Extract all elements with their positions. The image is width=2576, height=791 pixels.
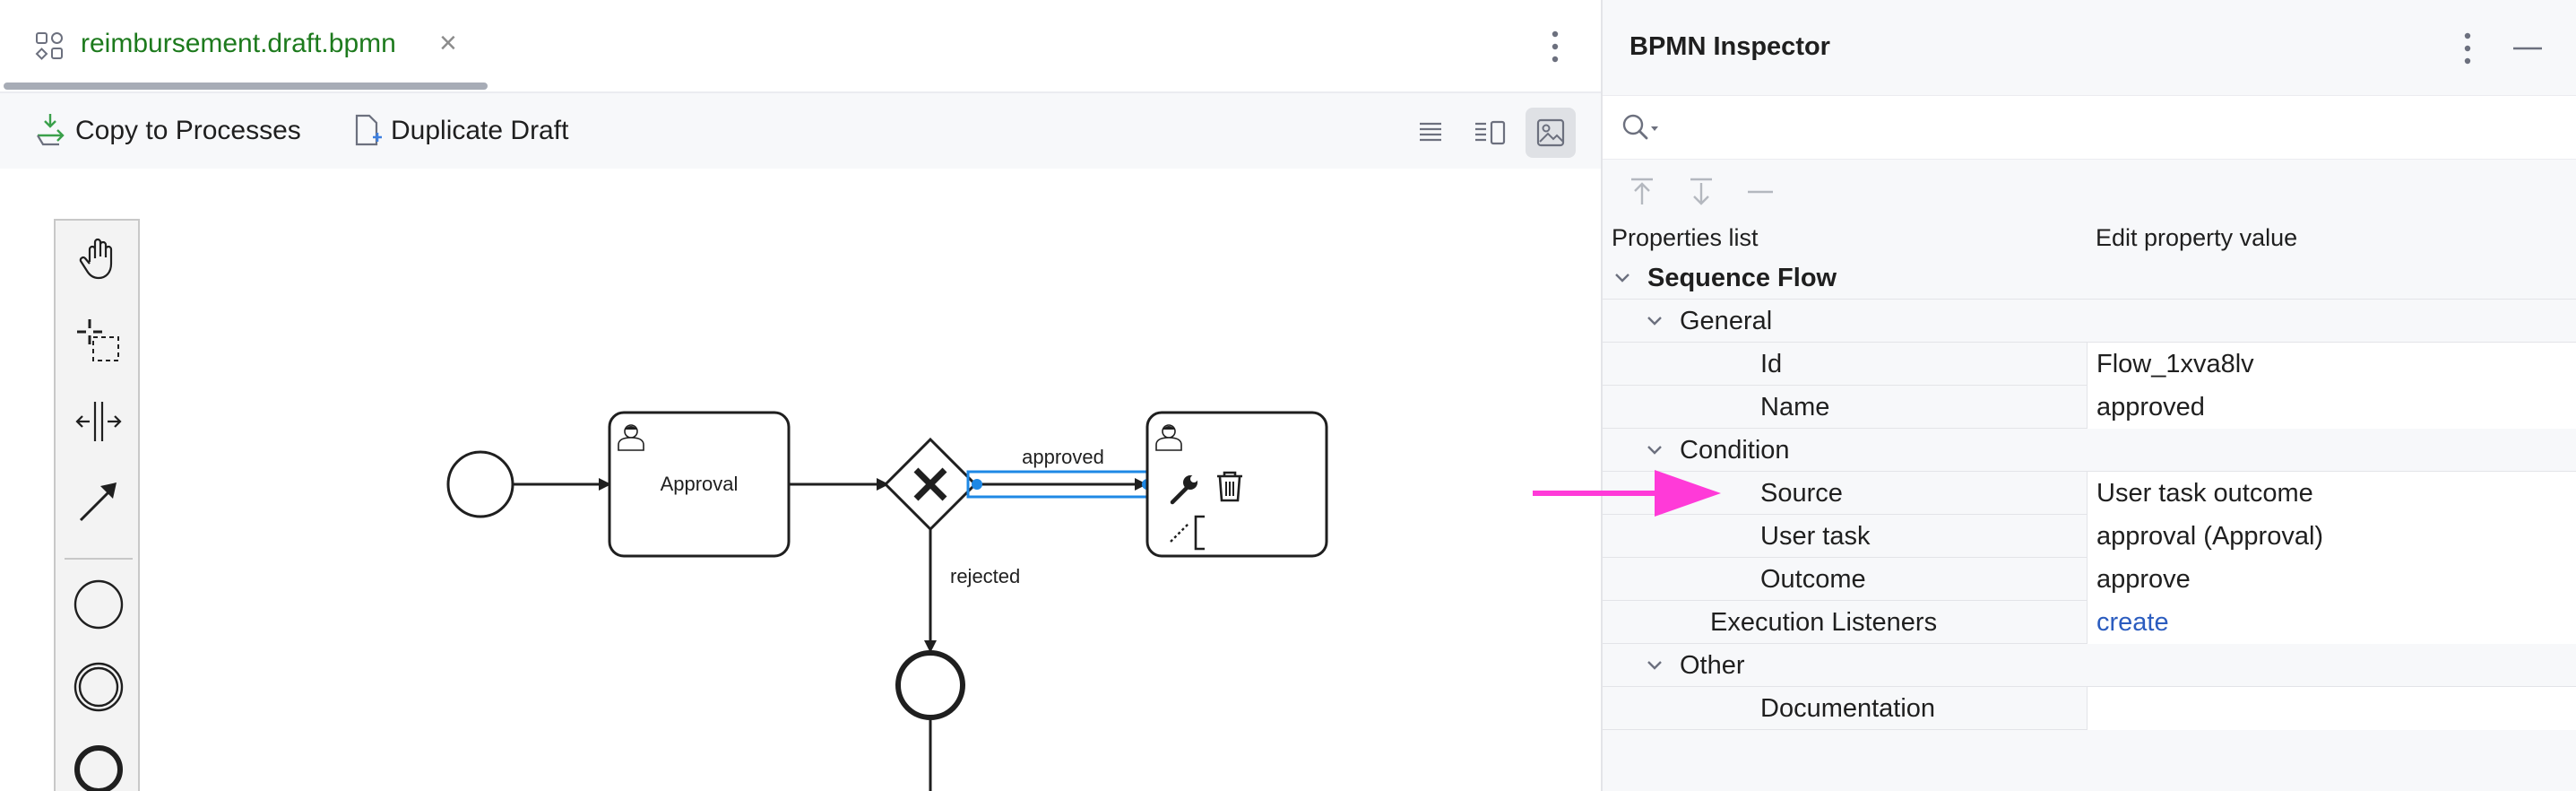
task-approval[interactable]: Approval xyxy=(608,411,791,558)
property-value: User task outcome xyxy=(2096,479,2313,508)
property-value-field[interactable]: Flow_1xva8lv xyxy=(2087,343,2576,386)
property-name: Execution Listeners xyxy=(1710,608,1938,637)
annotation-arrow-icon xyxy=(1533,470,1721,517)
diagram-canvas[interactable]: Approval approved rejected xyxy=(0,169,1601,791)
section-condition[interactable]: Condition xyxy=(1603,429,2576,472)
property-row-execution-listeners: Execution Listeners create xyxy=(1603,601,2576,644)
tab-active-underline xyxy=(4,83,488,90)
text-view-icon xyxy=(1420,122,1441,142)
bpmn-editor: reimbursement.draft.bpmn × Copy to Proce… xyxy=(0,0,1601,791)
diagram-view-icon xyxy=(1536,118,1565,147)
chevron-down-icon xyxy=(1647,317,1662,326)
tab-label: reimbursement.draft.bpmn xyxy=(81,29,396,58)
view-diagram-button[interactable] xyxy=(1526,108,1576,158)
property-value: approved xyxy=(2096,393,2205,422)
chevron-down-icon xyxy=(1647,661,1662,670)
more-vertical-icon[interactable] xyxy=(1542,27,1569,66)
property-name: Name xyxy=(1760,393,1830,422)
section-label: Sequence Flow xyxy=(1647,264,1837,292)
property-value-field[interactable]: approve xyxy=(2087,558,2576,601)
copy-to-processes-icon xyxy=(37,114,65,146)
editor-toolbar: Copy to Processes Duplicate Draft xyxy=(0,93,1601,169)
property-value: approval (Approval) xyxy=(2096,522,2324,551)
bpmn-diagram: Approval approved rejected xyxy=(446,411,1328,791)
search-icon[interactable] xyxy=(1621,112,1664,144)
property-value-field[interactable] xyxy=(2087,687,2576,730)
column-properties-list: Properties list xyxy=(1612,224,1759,251)
duplicate-draft-label: Duplicate Draft xyxy=(391,116,569,145)
exclusive-gateway[interactable] xyxy=(883,437,978,532)
remove-button[interactable] xyxy=(1739,170,1782,213)
property-row-name: Name approved xyxy=(1603,386,2576,429)
property-value-field[interactable]: approval (Approval) xyxy=(2087,515,2576,558)
section-label: Condition xyxy=(1680,436,1790,465)
tab-reimbursement-draft[interactable]: reimbursement.draft.bpmn × xyxy=(4,0,488,93)
move-down-button[interactable] xyxy=(1680,170,1723,213)
property-name: Documentation xyxy=(1760,694,1936,723)
property-row-documentation: Documentation xyxy=(1603,687,2576,730)
property-name: Source xyxy=(1760,479,1843,508)
duplicate-draft-button[interactable]: Duplicate Draft xyxy=(353,109,568,152)
bpmn-file-icon xyxy=(35,32,63,60)
more-vertical-icon[interactable] xyxy=(2454,29,2481,68)
flow-rejected-label: rejected xyxy=(950,565,1020,587)
chevron-down-icon xyxy=(1615,274,1629,282)
properties-column-header: Properties list Edit property value xyxy=(1603,221,2576,260)
inspector-search-input[interactable] xyxy=(1671,107,2558,150)
properties-table: Sequence Flow General Id Flow_1xva8lv Na… xyxy=(1603,256,2576,730)
property-row-id: Id Flow_1xva8lv xyxy=(1603,343,2576,386)
editor-tab-bar: reimbursement.draft.bpmn × xyxy=(0,0,1601,93)
move-down-icon xyxy=(1690,178,1712,205)
inspector-search-bar xyxy=(1603,95,2576,160)
inspector-actions xyxy=(1603,161,2576,221)
create-listener-link[interactable]: create xyxy=(2096,608,2169,638)
view-text-button[interactable] xyxy=(1405,108,1456,158)
flow-approved-label: approved xyxy=(1022,446,1104,468)
copy-to-processes-button[interactable]: Copy to Processes xyxy=(34,109,301,152)
property-row-user-task: User task approval (Approval) xyxy=(1603,515,2576,558)
tab-close-icon[interactable]: × xyxy=(439,25,457,61)
start-event[interactable] xyxy=(446,450,514,518)
property-value-field: create xyxy=(2087,601,2576,644)
property-value: approve xyxy=(2096,565,2191,594)
move-up-button[interactable] xyxy=(1621,170,1664,213)
copy-to-processes-label: Copy to Processes xyxy=(75,116,301,145)
minus-icon xyxy=(1748,190,1773,194)
split-view-icon xyxy=(1475,120,1506,145)
inspector-header: BPMN Inspector xyxy=(1603,0,2576,95)
inspector-title: BPMN Inspector xyxy=(1629,32,1830,61)
view-split-button[interactable] xyxy=(1465,108,1515,158)
task-approval-label: Approval xyxy=(661,473,739,495)
bpmn-inspector-panel: BPMN Inspector Properties list Edit prop… xyxy=(1601,0,2576,791)
property-name: Id xyxy=(1760,350,1783,378)
property-row-source: Source User task outcome xyxy=(1603,472,2576,515)
property-name: Outcome xyxy=(1760,565,1866,594)
move-up-icon xyxy=(1631,178,1653,204)
property-row-outcome: Outcome approve xyxy=(1603,558,2576,601)
property-value-field[interactable]: User task outcome xyxy=(2087,472,2576,515)
minimize-icon[interactable] xyxy=(2508,29,2547,68)
property-value: Flow_1xva8lv xyxy=(2096,350,2254,378)
column-edit-property-value: Edit property value xyxy=(2096,224,2298,251)
chevron-down-icon xyxy=(1647,446,1662,455)
duplicate-file-icon xyxy=(355,114,382,146)
section-label: General xyxy=(1680,307,1773,335)
end-event[interactable] xyxy=(895,650,965,720)
flow-approved[interactable]: approved xyxy=(966,446,1160,499)
section-label: Other xyxy=(1680,651,1745,680)
section-general[interactable]: General xyxy=(1603,300,2576,343)
property-name: User task xyxy=(1760,522,1871,551)
property-value-field[interactable]: approved xyxy=(2087,386,2576,429)
section-sequence-flow[interactable]: Sequence Flow xyxy=(1603,256,2576,300)
task-unnamed[interactable] xyxy=(1145,411,1328,558)
section-other[interactable]: Other xyxy=(1603,644,2576,687)
